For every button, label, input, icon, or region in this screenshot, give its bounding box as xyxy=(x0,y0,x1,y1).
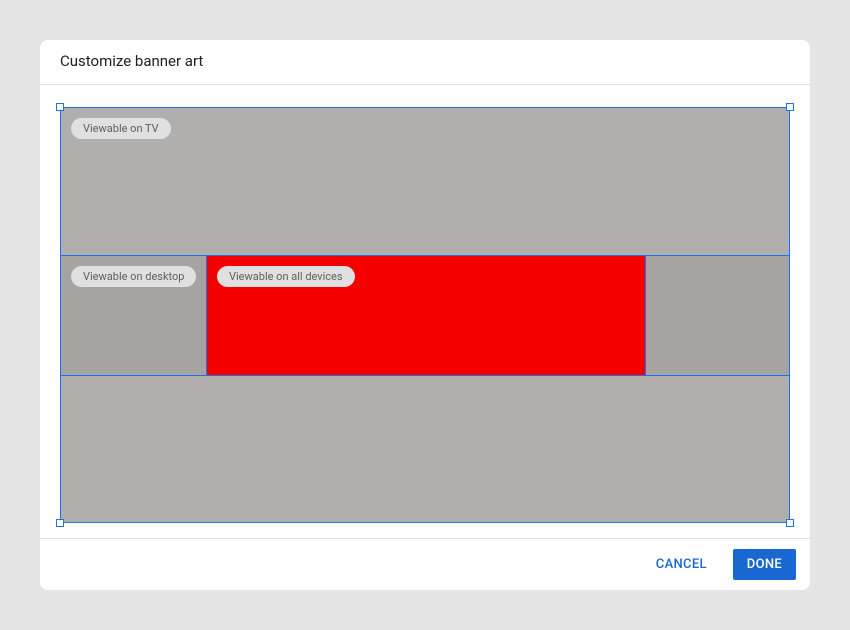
customize-banner-dialog: Customize banner art Viewable on TV View… xyxy=(40,40,810,590)
dialog-title: Customize banner art xyxy=(60,52,790,70)
dialog-header: Customize banner art xyxy=(40,40,810,85)
crop-handle-bottom-right[interactable] xyxy=(786,519,794,527)
zone-desktop-label: Viewable on desktop xyxy=(71,266,196,287)
zone-tv-label: Viewable on TV xyxy=(71,118,171,139)
zone-all-label: Viewable on all devices xyxy=(217,266,355,287)
zone-all-devices: Viewable on all devices xyxy=(206,255,646,376)
crop-frame[interactable]: Viewable on TV Viewable on desktop Viewa… xyxy=(60,107,790,523)
done-button[interactable]: DONE xyxy=(733,549,796,580)
crop-handle-top-left[interactable] xyxy=(56,103,64,111)
dialog-footer: CANCEL DONE xyxy=(40,538,810,590)
crop-handle-top-right[interactable] xyxy=(786,103,794,111)
dialog-body: Viewable on TV Viewable on desktop Viewa… xyxy=(40,85,810,538)
crop-handle-bottom-left[interactable] xyxy=(56,519,64,527)
cancel-button[interactable]: CANCEL xyxy=(642,549,721,580)
